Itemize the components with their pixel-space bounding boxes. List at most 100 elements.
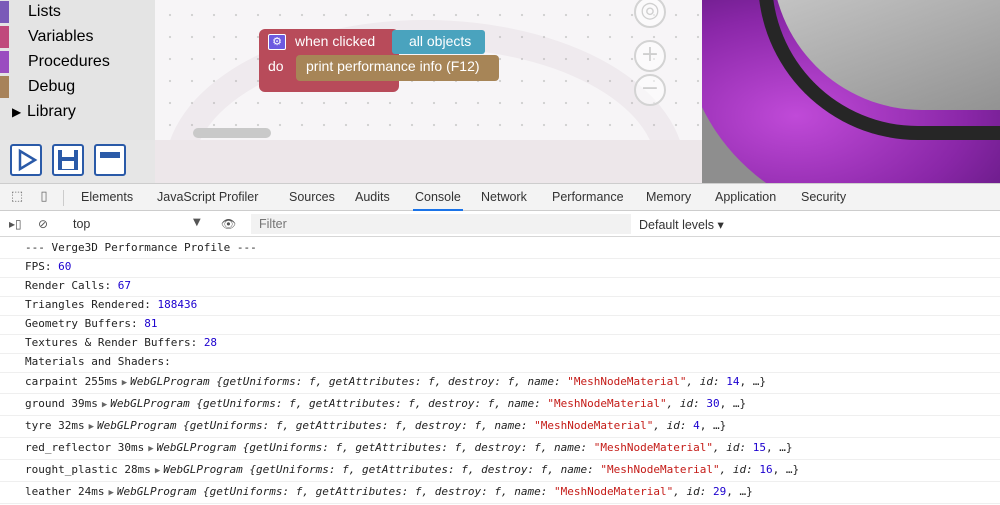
expand-triangle-icon[interactable]: ▶: [108, 488, 113, 498]
log-row: Render Calls: 67: [0, 276, 1000, 297]
material-row[interactable]: carpaint 255ms ▶ WebGLProgram {getUniforms…: [0, 372, 1000, 394]
expand-triangle-icon[interactable]: ▶: [155, 466, 160, 476]
expand-triangle-icon[interactable]: ▶: [148, 444, 153, 454]
id-prefix: , id:: [719, 463, 760, 476]
program-props: {getUniforms: f, getAttributes: f, destr…: [236, 441, 594, 454]
stat-value: 28: [203, 336, 218, 349]
zoom-in-button[interactable]: +: [634, 40, 666, 72]
category-label: Variables: [28, 28, 94, 45]
category-variables[interactable]: Variables: [0, 25, 155, 49]
category-sidebar: Lists Variables Procedures Debug ▶ Libra…: [0, 0, 155, 140]
category-debug[interactable]: Debug: [0, 75, 155, 99]
sidebar-toggle-icon[interactable]: ▸▯: [9, 217, 22, 231]
program-class: WebGLProgram: [110, 397, 190, 410]
material-name: rought_plastic 28ms: [25, 463, 151, 476]
zoom-out-button[interactable]: −: [634, 74, 666, 106]
material-name: carpaint 255ms: [25, 375, 118, 388]
material-id: 30: [706, 397, 720, 410]
expand-triangle-icon[interactable]: ▶: [102, 400, 107, 410]
minimize-icon: [100, 152, 120, 158]
log-levels-dropdown[interactable]: Default levels ▾: [639, 217, 724, 232]
eye-icon[interactable]: 👁: [221, 217, 236, 231]
blocks-workspace[interactable]: ⚙ when clicked do all objects print perf…: [155, 0, 702, 183]
expand-triangle-icon[interactable]: ▶: [122, 378, 127, 388]
id-prefix: , id:: [712, 441, 753, 454]
object-tail: , …}: [772, 463, 800, 476]
material-row[interactable]: ground 39ms ▶ WebGLProgram {getUniforms: f…: [0, 394, 1000, 416]
run-button[interactable]: [10, 144, 42, 176]
tab-console[interactable]: Console: [413, 184, 463, 211]
tab-sources[interactable]: Sources: [287, 184, 337, 211]
material-row[interactable]: red_reflector 30ms ▶ WebGLProgram {getUnif…: [0, 438, 1000, 460]
program-class: WebGLProgram: [163, 463, 243, 476]
gear-icon[interactable]: ⚙: [268, 34, 286, 50]
category-color-swatch: [0, 76, 9, 98]
expand-triangle-icon[interactable]: ▶: [12, 105, 22, 119]
tab-application[interactable]: Application: [713, 184, 778, 211]
material-id: 15: [752, 441, 766, 454]
material-row[interactable]: leather 24ms ▶ WebGLProgram {getUniforms: …: [0, 482, 1000, 504]
category-color-swatch: [0, 1, 9, 23]
object-tail: , …}: [765, 441, 793, 454]
editor-toolbar: [0, 140, 155, 183]
material-id: 29: [712, 485, 727, 498]
profile-header: --- Verge3D Performance Profile ---: [25, 241, 257, 254]
3d-viewport[interactable]: [702, 0, 1000, 183]
tab-elements[interactable]: Elements: [79, 184, 135, 211]
log-row: Materials and Shaders:: [0, 352, 1000, 373]
id-prefix: , id:: [686, 375, 727, 388]
material-row[interactable]: tyre 32ms ▶ WebGLProgram {getUniforms: f, …: [0, 416, 1000, 438]
tab-memory[interactable]: Memory: [644, 184, 693, 211]
filter-input[interactable]: [251, 214, 631, 234]
category-label: Lists: [28, 3, 61, 20]
inspect-element-icon[interactable]: ⬚: [10, 190, 24, 204]
program-props: {getUniforms: f, getAttributes: f, destr…: [189, 397, 548, 410]
material-name: red_reflector 30ms: [25, 441, 145, 454]
category-procedures[interactable]: Procedures: [0, 50, 155, 74]
program-class: WebGLProgram: [116, 485, 197, 498]
material-id: 16: [759, 463, 773, 476]
program-props: {getUniforms: f, getAttributes: f, destr…: [196, 485, 555, 498]
category-library[interactable]: ▶ Library: [0, 100, 155, 124]
tab-javascript-profiler[interactable]: JavaScript Profiler: [155, 184, 260, 211]
tab-security[interactable]: Security: [799, 184, 848, 211]
console-log: --- Verge3D Performance Profile --- FPS:…: [0, 238, 1000, 505]
when-clicked-label: when clicked: [295, 33, 376, 49]
material-type: "MeshNodeMaterial": [534, 419, 654, 432]
materials-header: Materials and Shaders:: [25, 355, 171, 368]
category-lists[interactable]: Lists: [0, 0, 155, 24]
object-tail: , …}: [719, 397, 747, 410]
chevron-down-icon[interactable]: ▼: [193, 217, 201, 228]
stat-label: Triangles Rendered:: [25, 298, 158, 311]
category-color-swatch: [0, 51, 9, 73]
stat-value: 188436: [157, 298, 198, 311]
minimize-button[interactable]: [94, 144, 126, 176]
material-type: "MeshNodeMaterial": [567, 375, 687, 388]
tab-audits[interactable]: Audits: [353, 184, 392, 211]
program-props: {getUniforms: f, getAttributes: f, destr…: [176, 419, 535, 432]
material-row[interactable]: rought_plastic 28ms ▶ WebGLProgram {getUni…: [0, 460, 1000, 482]
stat-value: 81: [144, 317, 158, 330]
device-toolbar-icon[interactable]: ▯: [37, 190, 51, 204]
horizontal-scrollbar[interactable]: [193, 128, 271, 138]
tab-performance[interactable]: Performance: [550, 184, 626, 211]
stat-label: Render Calls:: [25, 279, 118, 292]
tab-network[interactable]: Network: [479, 184, 529, 211]
save-button[interactable]: [52, 144, 84, 176]
play-icon: [18, 148, 38, 172]
material-id: 14: [726, 375, 740, 388]
program-props: {getUniforms: f, getAttributes: f, destr…: [209, 375, 568, 388]
object-tail: , …}: [726, 485, 753, 498]
material-name: leather 24ms: [25, 485, 105, 498]
log-row: FPS: 60: [0, 257, 1000, 278]
program-class: WebGLProgram: [130, 375, 210, 388]
expand-triangle-icon[interactable]: ▶: [89, 422, 94, 432]
context-selector[interactable]: top: [73, 217, 90, 231]
category-color-swatch: [0, 26, 9, 48]
category-label: Library: [27, 103, 76, 120]
stat-label: FPS:: [25, 260, 59, 273]
clear-console-icon[interactable]: ⊘: [38, 217, 48, 231]
object-tail: , …}: [739, 375, 766, 388]
log-row: Triangles Rendered: 188436: [0, 295, 1000, 316]
material-type: "MeshNodeMaterial": [593, 441, 713, 454]
